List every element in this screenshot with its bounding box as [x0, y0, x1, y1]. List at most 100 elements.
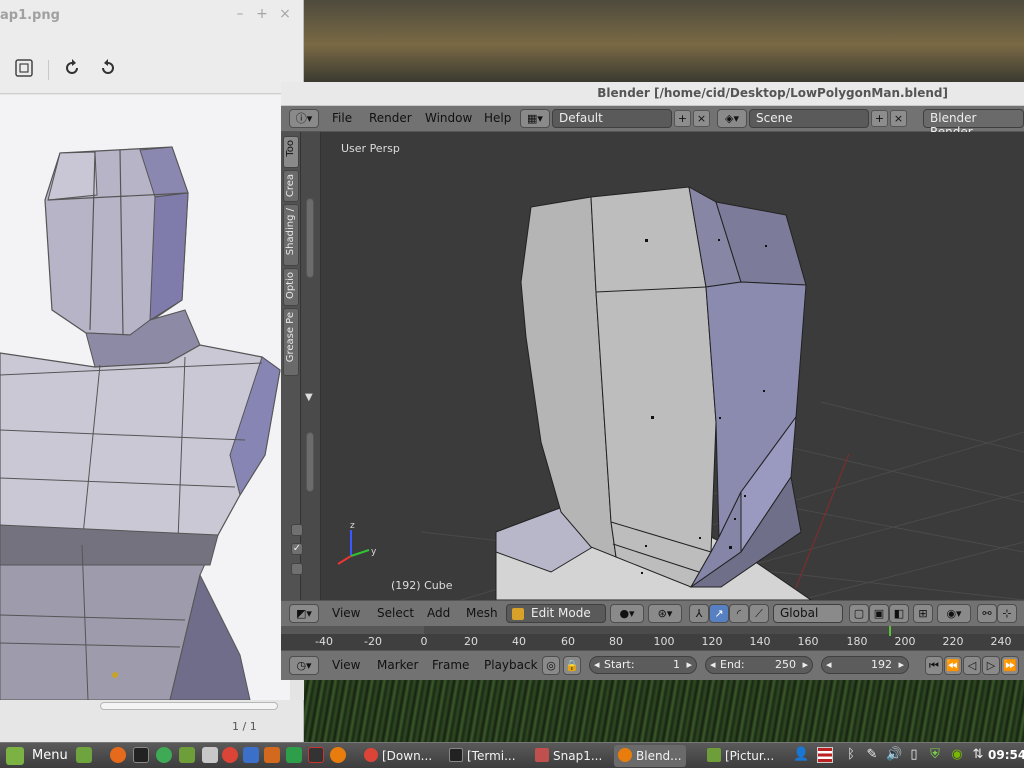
menu-window[interactable]: Window — [425, 111, 472, 125]
game-icon[interactable] — [308, 747, 324, 763]
image-editor-icon[interactable] — [202, 747, 218, 763]
3d-viewport[interactable]: z y User Persp (192) Cube — [321, 132, 1024, 600]
scale-icon[interactable]: ⟋ — [749, 604, 769, 623]
end-frame-field[interactable]: ◂ End: 250 ▸ — [705, 656, 813, 674]
start-frame-field[interactable]: ◂ Start: 1 ▸ — [589, 656, 697, 674]
timeline-menu-view[interactable]: View — [332, 658, 360, 672]
scene-selector[interactable]: Scene — [749, 109, 869, 128]
editor-type-icon[interactable]: ◩▾ — [289, 604, 319, 623]
task-pictures[interactable]: [Pictur... — [703, 745, 778, 767]
clock[interactable]: 09:54 — [988, 748, 1024, 762]
user-icon[interactable]: 👤 — [793, 747, 809, 763]
scene-icon[interactable]: ◈▾ — [717, 109, 747, 128]
impress-icon[interactable] — [264, 747, 280, 763]
minimize-button[interactable]: – — [232, 6, 248, 22]
rotate-icon[interactable]: ◜ — [729, 604, 749, 623]
file-manager-icon[interactable] — [179, 747, 195, 763]
keyboard-layout-flag-icon[interactable] — [817, 747, 833, 763]
end-label: End: — [720, 658, 745, 671]
timeline-menu-frame[interactable]: Frame — [432, 658, 469, 672]
layout-selector[interactable]: Default — [552, 109, 672, 128]
info-editor-icon[interactable]: ⓘ▾ — [289, 109, 319, 128]
snap-icon[interactable]: ⚯ — [977, 604, 997, 623]
timeline-editor-icon[interactable]: ◷▾ — [289, 656, 319, 675]
tools-icon[interactable]: ✎ — [864, 747, 880, 763]
tab-create[interactable]: Crea — [283, 170, 299, 202]
menu-mesh[interactable]: Mesh — [466, 606, 498, 620]
timeline-menu-playback[interactable]: Playback — [484, 658, 538, 672]
render-engine-selector[interactable]: Blender Render — [923, 109, 1024, 139]
terminal-icon[interactable] — [133, 747, 149, 763]
menu-view[interactable]: View — [332, 606, 360, 620]
snap-element-icon[interactable]: ⊹ — [997, 604, 1017, 623]
proportional-edit-icon[interactable]: ◉▾ — [937, 604, 971, 623]
layer-1-icon[interactable]: ▢ — [849, 604, 869, 623]
task-snap1[interactable]: Snap1... — [531, 745, 606, 767]
transform-orientation-selector[interactable]: Global — [773, 604, 843, 623]
writer-icon[interactable] — [243, 747, 259, 763]
remove-layout-icon[interactable]: × — [693, 110, 710, 127]
checkbox-1[interactable] — [291, 524, 303, 536]
tab-grease-pencil[interactable]: Grease Pe — [283, 308, 299, 376]
firefox-icon[interactable] — [110, 747, 126, 763]
jump-keyframe-back-icon[interactable]: ⏪ — [944, 656, 962, 675]
chrome-icon[interactable] — [222, 747, 238, 763]
blender-titlebar[interactable]: Blender [/home/cid/Desktop/LowPolygonMan… — [281, 82, 1024, 106]
remove-scene-icon[interactable]: × — [890, 110, 907, 127]
rotate-right-icon[interactable] — [96, 58, 120, 82]
viewport-shading-icon[interactable]: ●▾ — [610, 604, 644, 623]
play-reverse-icon[interactable]: ◁ — [963, 656, 981, 675]
layout-grid-icon[interactable]: ▦▾ — [520, 109, 550, 128]
checkbox-2[interactable]: ✓ — [291, 543, 303, 555]
menu-select[interactable]: Select — [377, 606, 414, 620]
task-downloads[interactable]: [Down... — [360, 745, 436, 767]
rotate-left-icon[interactable] — [60, 58, 84, 82]
menu-help[interactable]: Help — [484, 111, 511, 125]
nvidia-icon[interactable]: ◉ — [949, 747, 965, 763]
mint-logo-icon[interactable] — [6, 747, 24, 765]
bluetooth-icon[interactable]: ᛒ — [843, 747, 859, 763]
tab-options[interactable]: Optio — [283, 268, 299, 306]
play-icon[interactable]: ▷ — [982, 656, 1000, 675]
layer-2-icon[interactable]: ▣ — [869, 604, 889, 623]
jump-keyframe-forward-icon[interactable]: ⏩ — [1001, 656, 1019, 675]
viewer-titlebar[interactable]: ap1.png – + × — [0, 0, 303, 30]
pivot-point-icon[interactable]: ⊛▾ — [648, 604, 682, 623]
menu-render[interactable]: Render — [369, 111, 412, 125]
tool-shelf-scrollbar-lower[interactable] — [306, 432, 314, 492]
timeline-ruler[interactable]: -40 -20 0 20 40 60 80 100 120 140 160 18… — [281, 626, 1024, 650]
calc-icon[interactable] — [286, 747, 302, 763]
menu-button[interactable]: Menu — [32, 748, 68, 763]
menu-file[interactable]: File — [332, 111, 352, 125]
shield-icon[interactable]: ⛨ — [927, 747, 943, 763]
task-terminal[interactable]: [Termi... — [445, 745, 520, 767]
software-center-icon[interactable] — [156, 747, 172, 763]
close-button[interactable]: × — [277, 6, 293, 22]
battery-icon[interactable]: ▯ — [906, 747, 922, 763]
maximize-button[interactable]: + — [254, 6, 270, 22]
timeline-menu-marker[interactable]: Marker — [377, 658, 418, 672]
show-desktop-icon[interactable] — [76, 747, 92, 763]
tab-shading[interactable]: Shading / — [283, 204, 299, 266]
task-blender[interactable]: Blend... — [614, 745, 686, 767]
fit-window-icon[interactable] — [12, 58, 36, 82]
checkbox-3[interactable] — [291, 563, 303, 575]
blender-launcher-icon[interactable] — [330, 747, 346, 763]
lock-icon[interactable]: 🔒 — [563, 656, 581, 675]
jump-start-icon[interactable]: ⏮ — [925, 656, 943, 675]
tab-tools[interactable]: Too — [283, 136, 299, 168]
manipulator-icon[interactable]: ⅄ — [689, 604, 709, 623]
translate-icon[interactable]: ↗ — [709, 604, 729, 623]
collapse-arrow-icon[interactable]: ▼ — [305, 392, 313, 403]
current-frame-field[interactable]: ◂ 192 ▸ — [821, 656, 909, 674]
tool-shelf-scrollbar[interactable] — [306, 198, 314, 278]
add-scene-icon[interactable]: + — [871, 110, 888, 127]
network-icon[interactable]: ⇅ — [970, 747, 986, 763]
layer-3-icon[interactable]: ◧ — [889, 604, 909, 623]
record-icon[interactable]: ◎ — [542, 656, 560, 675]
add-layout-icon[interactable]: + — [674, 110, 691, 127]
volume-icon[interactable]: 🔊 — [886, 747, 902, 763]
occlude-icon[interactable]: ⊞ — [913, 604, 933, 623]
viewer-horizontal-scrollbar[interactable] — [100, 702, 278, 710]
menu-add[interactable]: Add — [427, 606, 450, 620]
